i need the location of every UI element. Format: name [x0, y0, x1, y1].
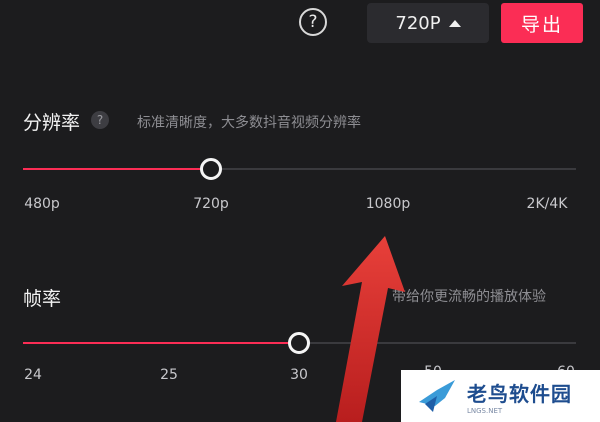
watermark-url: LNGS.NET	[467, 406, 503, 415]
red-arrow-annotation	[336, 236, 405, 422]
arrow-shape	[336, 236, 405, 422]
watermark-name: 老鸟软件园	[467, 381, 572, 406]
watermark: 老鸟软件园 LNGS.NET	[401, 370, 600, 422]
bird-logo-icon	[419, 380, 455, 412]
